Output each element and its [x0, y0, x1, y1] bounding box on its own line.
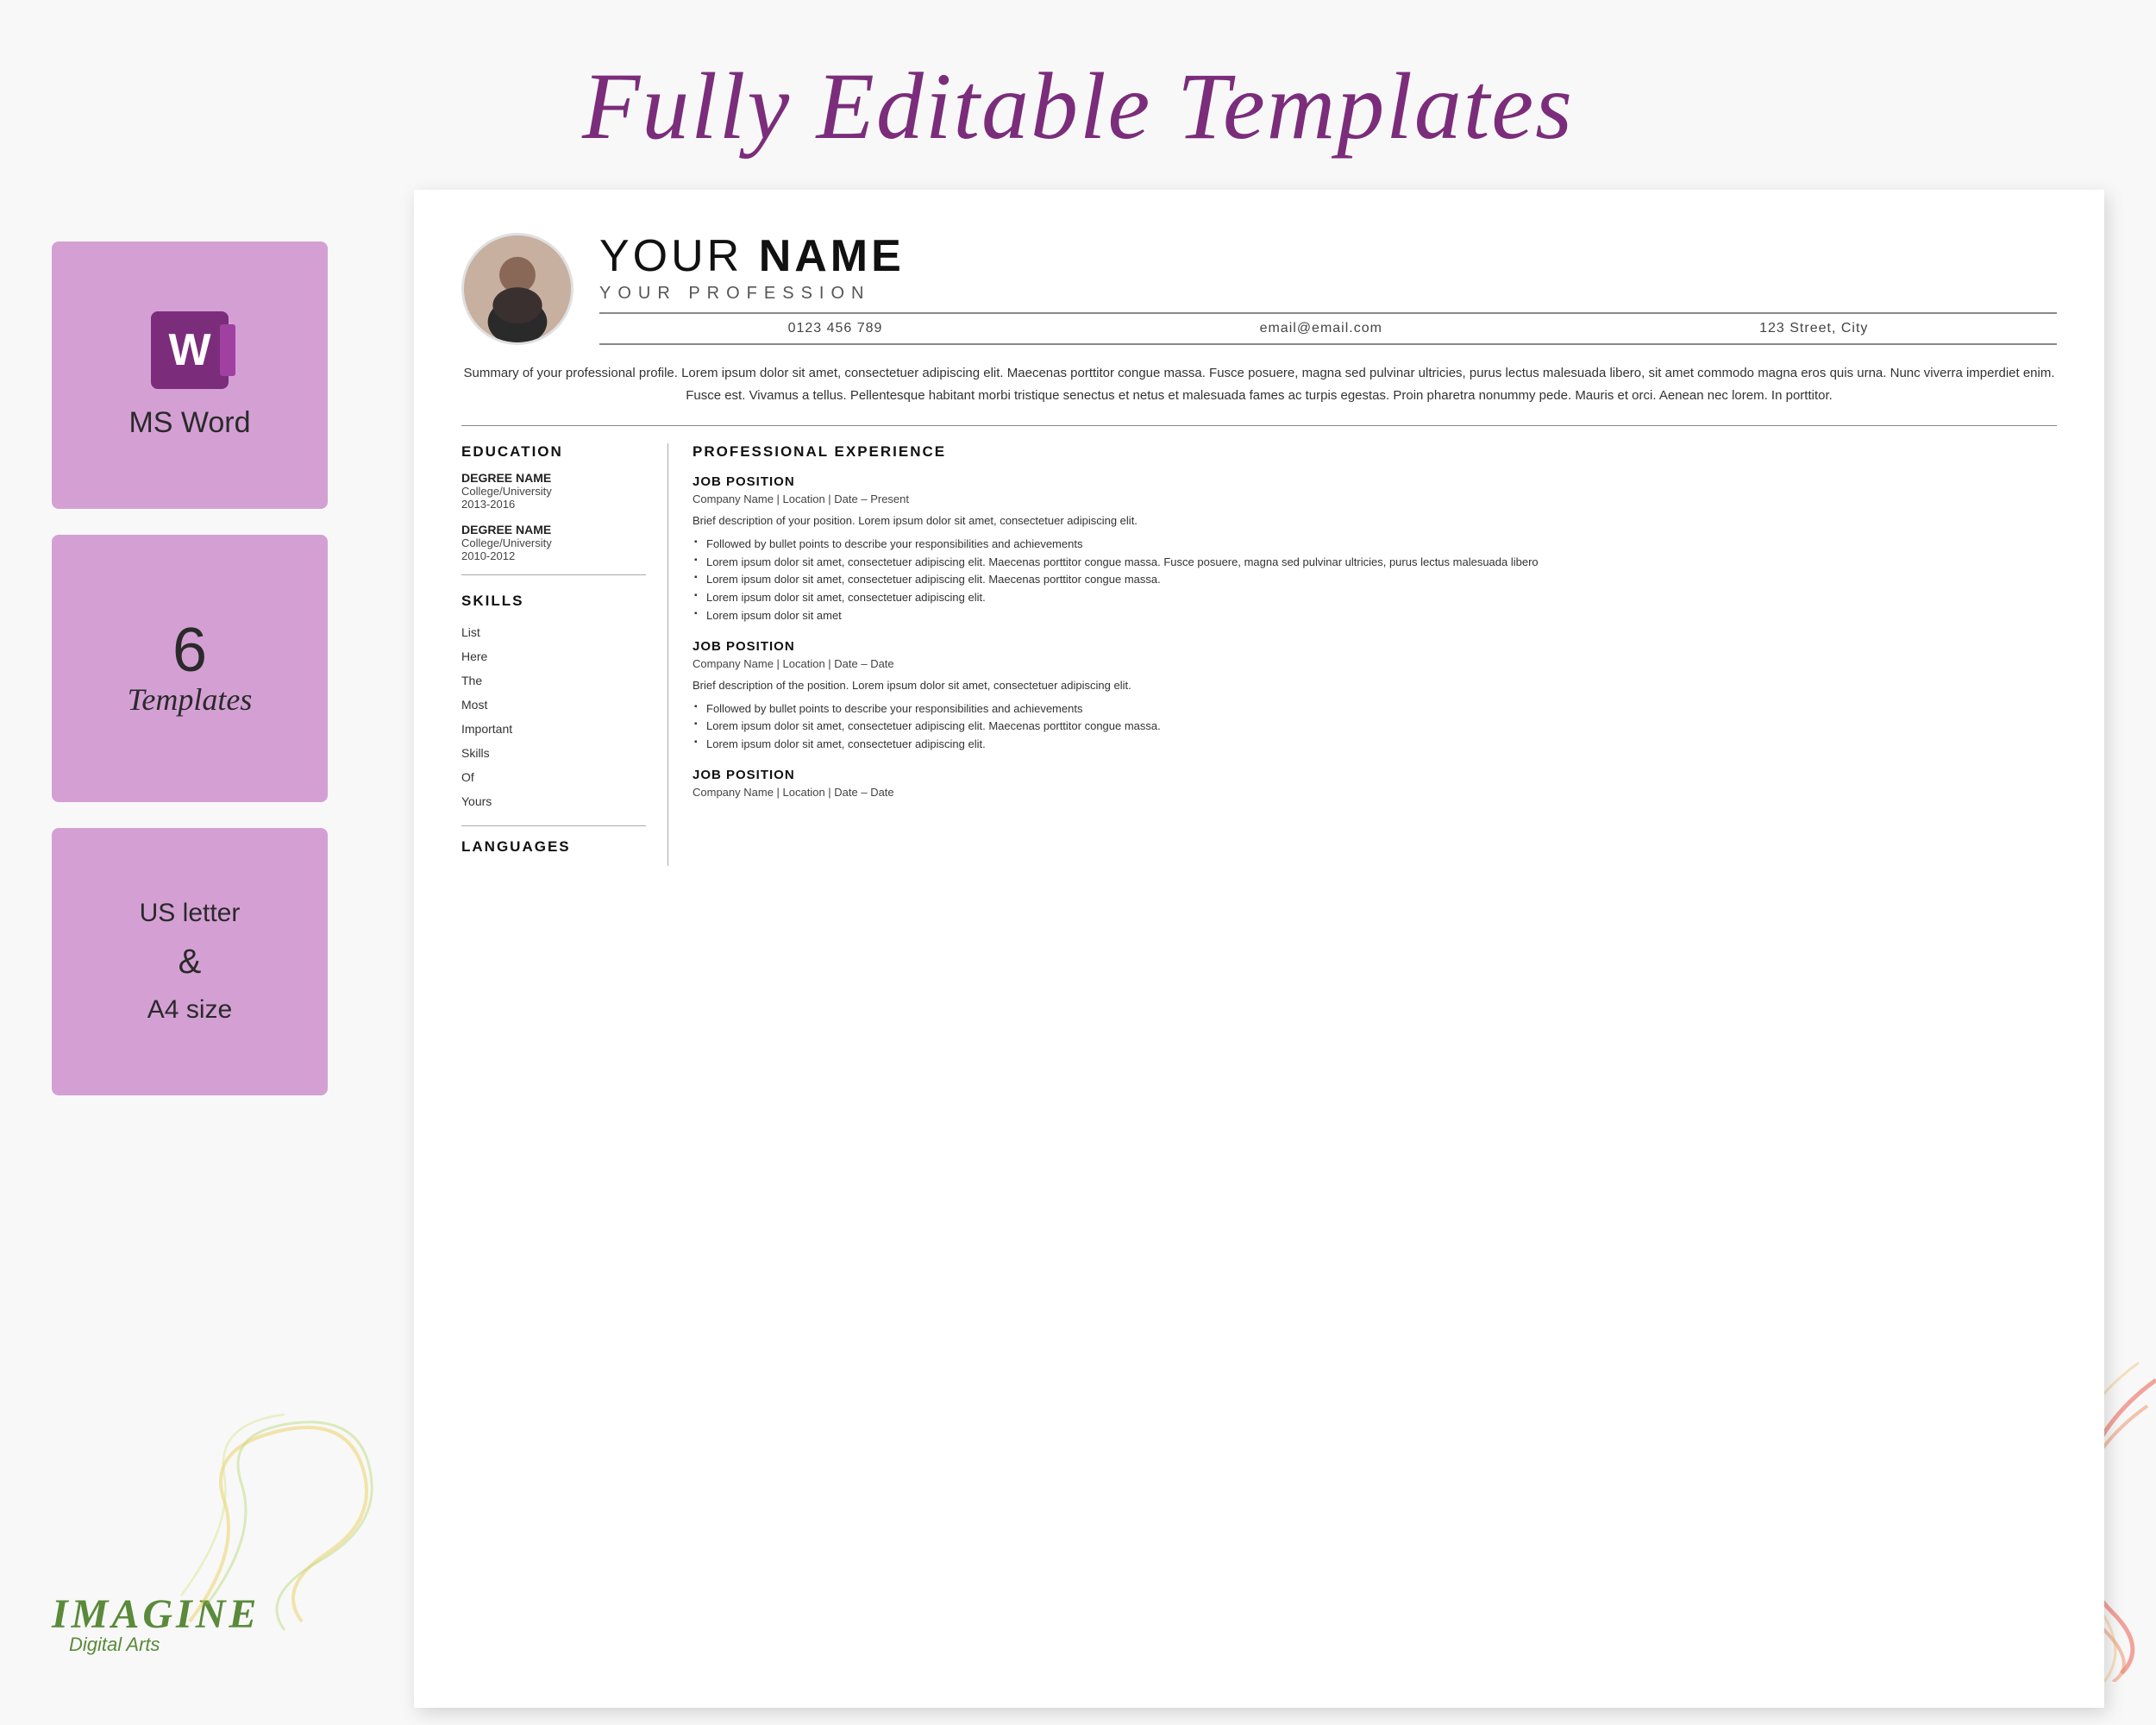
templates-label: Templates [128, 681, 253, 718]
skills-title: SKILLS [461, 593, 646, 610]
job-bullets-2: Followed by bullet points to describe yo… [693, 700, 2057, 754]
left-panel: W MS Word 6 Templates US letter & A4 siz… [52, 242, 345, 1095]
word-icon-bar [220, 324, 235, 376]
bullet-1-5: Lorem ipsum dolor sit amet [706, 607, 2057, 625]
job-title-1: JOB POSITION [693, 474, 2057, 489]
job-desc-1: Brief description of your position. Lore… [693, 512, 2057, 530]
title-part1: Fully Editable [582, 53, 1177, 159]
resume-col-right: PROFESSIONAL EXPERIENCE JOB POSITION Com… [668, 443, 2057, 866]
title-part2: Templates [1177, 53, 1574, 159]
skill-7: Of [461, 765, 646, 789]
edu-entry-2: DEGREE NAME College/University 2010-2012 [461, 523, 646, 562]
contact-phone: 0123 456 789 [788, 321, 883, 336]
languages-title: LANGUAGES [461, 838, 646, 856]
size-badge: US letter & A4 size [52, 828, 328, 1095]
resume-contact-bar: 0123 456 789 email@email.com 123 Street,… [599, 312, 2057, 345]
bullet-1-2: Lorem ipsum dolor sit amet, consectetuer… [706, 554, 2057, 572]
bullet-1-1: Followed by bullet points to describe yo… [706, 536, 2057, 554]
resume-name: YOUR NAME [599, 234, 2057, 279]
bullet-1-4: Lorem ipsum dolor sit amet, consectetuer… [706, 589, 2057, 607]
job-company-3: Company Name | Location | Date – Date [693, 786, 2057, 799]
size-ampersand: & [140, 934, 241, 989]
skill-8: Yours [461, 789, 646, 813]
contact-email: email@email.com [1260, 321, 1382, 336]
size-line1: US letter [140, 893, 241, 934]
skills-list: List Here The Most Important Skills Of Y… [461, 620, 646, 813]
skill-6: Skills [461, 741, 646, 765]
edu-years-1: 2013-2016 [461, 498, 646, 511]
page-title: Fully Editable Templates [0, 52, 2156, 161]
job-title-3: JOB POSITION [693, 768, 2057, 782]
bullet-1-3: Lorem ipsum dolor sit amet, consectetuer… [706, 571, 2057, 589]
edu-degree-1: DEGREE NAME [461, 471, 646, 485]
edu-entry-1: DEGREE NAME College/University 2013-2016 [461, 471, 646, 511]
avatar-silhouette [464, 233, 571, 345]
skill-4: Most [461, 693, 646, 717]
templates-number: 6 [172, 619, 207, 681]
templates-badge: 6 Templates [52, 535, 328, 802]
brand-logo: IMAGINE Digital Arts [52, 1590, 260, 1656]
avatar [461, 233, 573, 345]
edu-school-2: College/University [461, 536, 646, 549]
ms-word-icon: W [151, 311, 229, 389]
job-company-2: Company Name | Location | Date – Date [693, 657, 2057, 670]
resume-document: YOUR NAME YOUR PROFESSION 0123 456 789 e… [414, 190, 2104, 1708]
skill-1: List [461, 620, 646, 644]
size-line3: A4 size [140, 989, 241, 1031]
logo-main: IMAGINE [52, 1590, 260, 1638]
skill-2: Here [461, 644, 646, 668]
edu-school-1: College/University [461, 485, 646, 498]
bullet-2-1: Followed by bullet points to describe yo… [706, 700, 2057, 718]
experience-title: PROFESSIONAL EXPERIENCE [693, 443, 2057, 461]
resume-profession: YOUR PROFESSION [599, 284, 2057, 304]
resume-columns: EDUCATION DEGREE NAME College/University… [461, 425, 2057, 866]
size-text: US letter & A4 size [140, 893, 241, 1031]
word-letter: W [168, 328, 210, 373]
job-desc-2: Brief description of the position. Lorem… [693, 677, 2057, 695]
name-regular: YOUR [599, 231, 759, 281]
name-bold: NAME [759, 231, 905, 281]
skill-5: Important [461, 717, 646, 741]
divider-1 [461, 574, 646, 575]
resume-wrapper: YOUR NAME YOUR PROFESSION 0123 456 789 e… [414, 190, 2104, 1708]
resume-header: YOUR NAME YOUR PROFESSION 0123 456 789 e… [461, 233, 2057, 345]
job-bullets-1: Followed by bullet points to describe yo… [693, 536, 2057, 625]
job-company-1: Company Name | Location | Date – Present [693, 492, 2057, 505]
bullet-2-3: Lorem ipsum dolor sit amet, consectetuer… [706, 736, 2057, 754]
divider-2 [461, 825, 646, 826]
contact-address: 123 Street, City [1759, 321, 1868, 336]
job-title-2: JOB POSITION [693, 639, 2057, 654]
name-block: YOUR NAME YOUR PROFESSION 0123 456 789 e… [599, 234, 2057, 345]
skill-3: The [461, 668, 646, 693]
ms-word-badge: W MS Word [52, 242, 328, 509]
resume-col-left: EDUCATION DEGREE NAME College/University… [461, 443, 668, 866]
resume-summary: Summary of your professional profile. Lo… [461, 362, 2057, 406]
edu-years-2: 2010-2012 [461, 549, 646, 562]
summary-text: Summary of your professional profile. Lo… [463, 366, 2054, 403]
bullet-2-2: Lorem ipsum dolor sit amet, consectetuer… [706, 718, 2057, 736]
ms-word-label: MS Word [128, 406, 250, 440]
education-title: EDUCATION [461, 443, 646, 461]
edu-degree-2: DEGREE NAME [461, 523, 646, 536]
